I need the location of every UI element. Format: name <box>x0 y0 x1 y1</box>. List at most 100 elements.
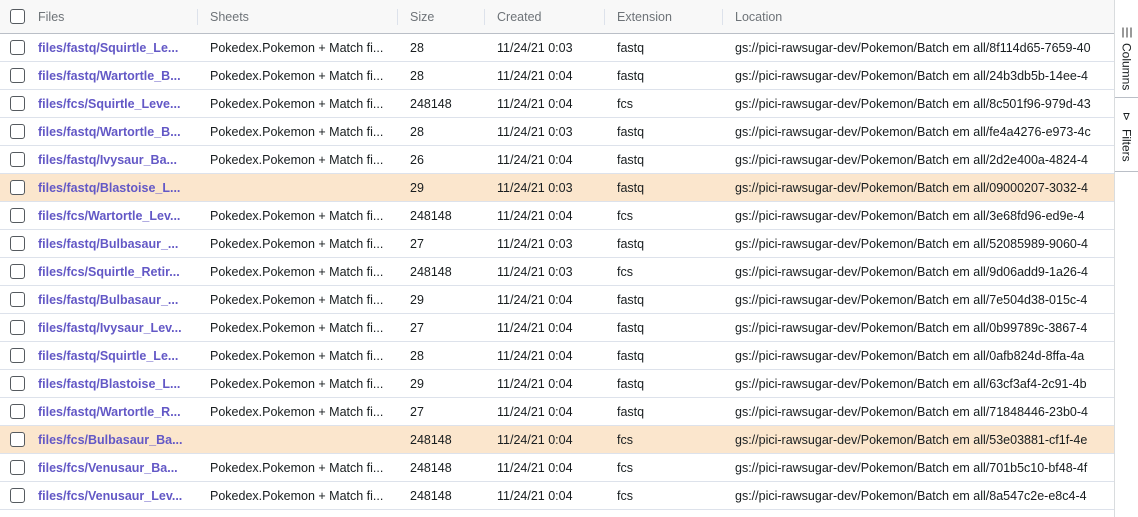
row-checkbox[interactable] <box>10 96 25 111</box>
row-select-cell[interactable] <box>10 174 28 201</box>
file-link[interactable]: files/fastq/Blastoise_L... <box>38 181 188 195</box>
table-row[interactable]: files/fcs/Venusaur_Lev... Pokedex.Pokemon… <box>0 482 1114 510</box>
file-link[interactable]: files/fastq/Squirtle_Le... <box>38 41 188 55</box>
file-link[interactable]: files/fastq/Ivysaur_Lev... <box>38 321 188 335</box>
file-link[interactable]: files/fcs/Wartortle_Lev... <box>38 209 188 223</box>
table-row[interactable]: files/fcs/Wartortle_Lev... Pokedex.Pokemo… <box>0 202 1114 230</box>
file-link[interactable]: files/fastq/Squirtle_Le... <box>38 349 188 363</box>
row-checkbox[interactable] <box>10 488 25 503</box>
row-select-cell[interactable] <box>10 314 28 341</box>
row-select-cell[interactable] <box>10 342 28 369</box>
table-row[interactable]: files/fastq/Ivysaur_Lev... Pokedex.Pokemo… <box>0 314 1114 342</box>
file-link-cell[interactable]: files/fastq/Blastoise_L... <box>38 174 188 201</box>
column-separator[interactable] <box>197 9 198 25</box>
file-link-cell[interactable]: files/fcs/Wartortle_Lev... <box>38 202 188 229</box>
table-row[interactable]: files/fastq/Blastoise_L... Pokedex.Pokemo… <box>0 370 1114 398</box>
table-row[interactable]: files/fcs/Squirtle_Retir... Pokedex.Pokem… <box>0 258 1114 286</box>
file-link[interactable]: files/fastq/Bulbasaur_... <box>38 237 188 251</box>
file-link[interactable]: files/fcs/Venusaur_Lev... <box>38 489 188 503</box>
file-link[interactable]: files/fcs/Venusaur_Ba... <box>38 461 188 475</box>
row-select-cell[interactable] <box>10 482 28 509</box>
table-row[interactable]: files/fcs/Venusaur_Ba... Pokedex.Pokemon … <box>0 454 1114 482</box>
row-checkbox[interactable] <box>10 264 25 279</box>
file-link[interactable]: files/fastq/Wartortle_B... <box>38 125 188 139</box>
row-checkbox[interactable] <box>10 404 25 419</box>
row-checkbox[interactable] <box>10 236 25 251</box>
row-checkbox[interactable] <box>10 320 25 335</box>
file-link-cell[interactable]: files/fastq/Ivysaur_Ba... <box>38 146 188 173</box>
table-row[interactable]: files/fastq/Squirtle_Le... Pokedex.Pokemo… <box>0 342 1114 370</box>
row-select-cell[interactable] <box>10 202 28 229</box>
select-all-cell[interactable] <box>10 0 28 33</box>
file-link-cell[interactable]: files/fcs/Bulbasaur_Ba... <box>38 426 188 453</box>
file-link-cell[interactable]: files/fastq/Wartortle_R... <box>38 398 188 425</box>
file-link-cell[interactable]: files/fcs/Squirtle_Retir... <box>38 258 188 285</box>
row-checkbox[interactable] <box>10 460 25 475</box>
file-link[interactable]: files/fastq/Wartortle_R... <box>38 405 188 419</box>
row-select-cell[interactable] <box>10 426 28 453</box>
row-checkbox[interactable] <box>10 432 25 447</box>
row-select-cell[interactable] <box>10 34 28 61</box>
column-separator[interactable] <box>722 9 723 25</box>
file-link-cell[interactable]: files/fastq/Wartortle_B... <box>38 118 188 145</box>
header-extension[interactable]: Extension <box>617 0 717 33</box>
file-link-cell[interactable]: files/fastq/Squirtle_Le... <box>38 342 188 369</box>
header-sheets[interactable]: Sheets <box>210 0 386 33</box>
row-select-cell[interactable] <box>10 62 28 89</box>
row-select-cell[interactable] <box>10 258 28 285</box>
filters-tab[interactable]: ⊳ Filters <box>1115 108 1138 172</box>
table-row[interactable]: files/fastq/Bulbasaur_... Pokedex.Pokemon… <box>0 286 1114 314</box>
row-select-cell[interactable] <box>10 370 28 397</box>
header-created[interactable]: Created <box>497 0 607 33</box>
row-checkbox[interactable] <box>10 208 25 223</box>
table-row[interactable]: files/fastq/Ivysaur_Ba... Pokedex.Pokemon… <box>0 146 1114 174</box>
file-link[interactable]: files/fastq/Wartortle_B... <box>38 69 188 83</box>
table-row[interactable]: files/fcs/Bulbasaur_Ba... 248148 11/24/21 … <box>0 426 1114 454</box>
column-separator[interactable] <box>604 9 605 25</box>
header-files[interactable]: Files <box>38 0 188 33</box>
row-select-cell[interactable] <box>10 398 28 425</box>
row-select-cell[interactable] <box>10 90 28 117</box>
table-row[interactable]: files/fastq/Blastoise_L... 29 11/24/21 0:0… <box>0 174 1114 202</box>
file-link[interactable]: files/fastq/Ivysaur_Ba... <box>38 153 188 167</box>
select-all-checkbox[interactable] <box>10 9 25 24</box>
row-checkbox[interactable] <box>10 180 25 195</box>
file-link-cell[interactable]: files/fastq/Wartortle_B... <box>38 62 188 89</box>
file-link-cell[interactable]: files/fastq/Ivysaur_Lev... <box>38 314 188 341</box>
row-checkbox[interactable] <box>10 68 25 83</box>
file-link[interactable]: files/fcs/Squirtle_Leve... <box>38 97 188 111</box>
header-size[interactable]: Size <box>410 0 490 33</box>
file-link-cell[interactable]: files/fastq/Bulbasaur_... <box>38 230 188 257</box>
row-checkbox[interactable] <box>10 152 25 167</box>
file-link[interactable]: files/fastq/Blastoise_L... <box>38 377 188 391</box>
table-row[interactable]: files/fcs/Squirtle_Leve... Pokedex.Pokemo… <box>0 90 1114 118</box>
table-row[interactable]: files/fastq/Wartortle_B... Pokedex.Pokemo… <box>0 118 1114 146</box>
row-select-cell[interactable] <box>10 146 28 173</box>
row-checkbox[interactable] <box>10 124 25 139</box>
file-link[interactable]: files/fcs/Bulbasaur_Ba... <box>38 433 188 447</box>
table-row[interactable]: files/fastq/Wartortle_R... Pokedex.Pokemo… <box>0 398 1114 426</box>
file-link-cell[interactable]: files/fcs/Squirtle_Leve... <box>38 90 188 117</box>
file-link-cell[interactable]: files/fastq/Squirtle_Le... <box>38 34 188 61</box>
table-row[interactable]: files/fastq/Squirtle_Le... Pokedex.Pokemo… <box>0 34 1114 62</box>
columns-tab[interactable]: Columns <box>1115 22 1138 98</box>
row-select-cell[interactable] <box>10 230 28 257</box>
file-link-cell[interactable]: files/fastq/Blastoise_L... <box>38 370 188 397</box>
column-separator[interactable] <box>484 9 485 25</box>
row-checkbox[interactable] <box>10 292 25 307</box>
column-separator[interactable] <box>397 9 398 25</box>
row-checkbox[interactable] <box>10 348 25 363</box>
row-select-cell[interactable] <box>10 454 28 481</box>
row-select-cell[interactable] <box>10 286 28 313</box>
file-link-cell[interactable]: files/fcs/Venusaur_Lev... <box>38 482 188 509</box>
file-link-cell[interactable]: files/fcs/Venusaur_Ba... <box>38 454 188 481</box>
row-checkbox[interactable] <box>10 376 25 391</box>
row-select-cell[interactable] <box>10 118 28 145</box>
file-link[interactable]: files/fastq/Bulbasaur_... <box>38 293 188 307</box>
file-link[interactable]: files/fcs/Squirtle_Retir... <box>38 265 188 279</box>
table-row[interactable]: files/fastq/Wartortle_B... Pokedex.Pokemo… <box>0 62 1114 90</box>
file-link-cell[interactable]: files/fastq/Bulbasaur_... <box>38 286 188 313</box>
table-row[interactable]: files/fastq/Bulbasaur_... Pokedex.Pokemon… <box>0 230 1114 258</box>
row-checkbox[interactable] <box>10 40 25 55</box>
header-location[interactable]: Location <box>735 0 1101 33</box>
